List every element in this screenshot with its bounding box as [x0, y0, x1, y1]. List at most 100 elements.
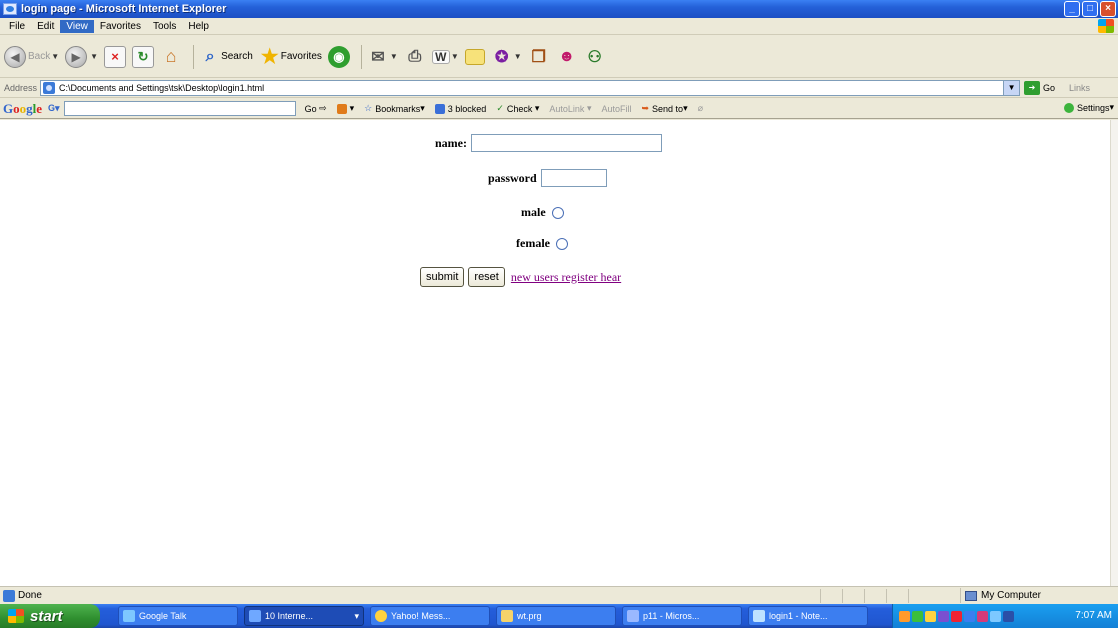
google-menu-icon[interactable]: G▾	[48, 103, 60, 114]
favorites-button[interactable]: ★ Favorites	[259, 46, 322, 68]
ie-icon	[249, 610, 261, 622]
male-radio[interactable]	[551, 206, 564, 219]
go-label: Go	[1043, 82, 1056, 93]
chevron-down-icon: ▾	[354, 610, 359, 621]
edit-icon[interactable]: W	[431, 49, 450, 64]
menu-file[interactable]: File	[3, 20, 31, 33]
page-content: name: password male female submit reset …	[0, 120, 1110, 586]
tray-icon[interactable]	[964, 610, 975, 622]
submit-button[interactable]: submit	[420, 267, 465, 287]
minimize-button[interactable]: _	[1064, 1, 1080, 17]
chat-icon	[123, 610, 135, 622]
computer-icon	[965, 590, 977, 601]
yahoo-icon[interactable]: ✪	[491, 46, 513, 68]
chevron-down-icon[interactable]: ▼	[514, 52, 522, 61]
search-icon: ⌕	[205, 47, 215, 65]
taskbar-item-word[interactable]: p11 - Micros...	[622, 606, 742, 626]
send-to-button[interactable]: ➥ Send to ▾	[641, 103, 687, 114]
title-bar[interactable]: login page - Microsoft Internet Explorer…	[0, 0, 1118, 18]
people-icon[interactable]: ⚇	[584, 46, 606, 68]
tray-icon[interactable]	[1003, 610, 1014, 622]
address-input[interactable]: C:\Documents and Settings\tsk\Desktop\lo…	[40, 79, 1021, 96]
page-icon	[3, 589, 15, 602]
settings-icon	[1063, 102, 1074, 113]
tray-icon[interactable]	[977, 610, 988, 622]
google-go-button[interactable]: Go ⇨	[305, 103, 327, 114]
document-icon	[627, 610, 639, 622]
mail-icon[interactable]: ✉	[367, 46, 389, 68]
stop-icon[interactable]: ×	[104, 45, 127, 68]
menu-bar: File Edit View Favorites Tools Help	[0, 18, 1118, 35]
start-label: start	[30, 607, 63, 625]
tray-icon[interactable]	[899, 610, 910, 622]
blocker-icon	[434, 103, 445, 114]
system-tray: 7:07 AM	[892, 604, 1118, 628]
menu-view[interactable]: View	[60, 19, 94, 33]
password-input[interactable]	[540, 169, 607, 187]
close-button[interactable]: ×	[1100, 1, 1116, 17]
discuss-icon[interactable]	[464, 48, 485, 65]
taskbar-item-yahoo-messenger[interactable]: Yahoo! Mess...	[370, 606, 490, 626]
back-button[interactable]: ◀ Back ▼	[4, 45, 59, 68]
chevron-down-icon[interactable]: ▼	[51, 52, 59, 61]
popup-blocker-button[interactable]: 3 blocked	[434, 103, 486, 114]
autolink-button[interactable]: AutoLink ▾	[549, 103, 591, 114]
bookmarks-button[interactable]: ☆ Bookmarks ▾	[364, 103, 425, 114]
back-arrow-icon: ◀	[4, 45, 26, 68]
home-icon[interactable]: ⌂	[160, 46, 182, 68]
paperclip-icon[interactable]: ⌀	[698, 103, 703, 114]
clock[interactable]: 7:07 AM	[1075, 610, 1112, 621]
tray-icon[interactable]	[912, 610, 923, 622]
taskbar-item-folder[interactable]: wt.prg	[496, 606, 616, 626]
go-button[interactable]: ➜ Go	[1024, 80, 1056, 95]
forward-arrow-icon: ▶	[65, 45, 88, 68]
reset-button[interactable]: reset	[468, 267, 505, 287]
tray-icon[interactable]	[938, 610, 949, 622]
name-row: name:	[435, 134, 662, 152]
forward-button[interactable]: ▶ ▼	[65, 45, 98, 68]
tray-icon[interactable]	[951, 610, 962, 622]
research-icon[interactable]: ❐	[528, 46, 550, 68]
smiley-icon	[375, 610, 387, 622]
google-extras-icon[interactable]: ▾	[336, 103, 354, 114]
chevron-down-icon[interactable]: ▼	[390, 52, 398, 61]
refresh-icon[interactable]: ↻	[132, 45, 155, 68]
messenger-icon[interactable]: ☻	[556, 46, 578, 68]
start-button[interactable]: start	[0, 604, 100, 628]
taskbar-item-google-talk[interactable]: Google Talk	[118, 606, 238, 626]
female-radio[interactable]	[555, 237, 568, 250]
name-input[interactable]	[471, 134, 662, 152]
vertical-scrollbar[interactable]	[1110, 120, 1118, 586]
menu-edit[interactable]: Edit	[31, 20, 60, 33]
menu-favorites[interactable]: Favorites	[94, 20, 147, 33]
female-label: female	[516, 236, 550, 250]
google-logo[interactable]: Google	[3, 101, 42, 117]
menu-tools[interactable]: Tools	[147, 20, 182, 33]
window-title: login page - Microsoft Internet Explorer	[21, 3, 227, 15]
spell-check-button[interactable]: ✓ Check ▾	[496, 103, 539, 114]
actions-row: submit reset new users register hear	[420, 267, 621, 287]
chevron-down-icon[interactable]: ▼	[1003, 80, 1020, 95]
chevron-down-icon[interactable]: ▼	[451, 52, 459, 61]
go-arrow-icon: ➜	[1024, 80, 1041, 95]
send-icon: ➥	[641, 103, 650, 113]
status-panels	[820, 589, 930, 603]
taskbar-item-notepad[interactable]: login1 - Note...	[748, 606, 868, 626]
tray-icon[interactable]	[925, 610, 936, 622]
media-icon[interactable]: ◉	[327, 45, 350, 68]
google-search-input[interactable]	[63, 101, 296, 116]
print-icon[interactable]: ⎙	[404, 46, 426, 68]
search-button[interactable]: ⌕ Search	[199, 46, 253, 68]
settings-button[interactable]: Settings ▾	[1063, 102, 1114, 113]
register-link[interactable]: new users register hear	[511, 270, 621, 285]
tray-icon[interactable]	[990, 610, 1001, 622]
autofill-button[interactable]: AutoFill	[601, 104, 631, 114]
chevron-down-icon[interactable]: ▼	[90, 52, 98, 61]
taskbar-item-internet-explorer[interactable]: 10 Interne... ▾	[244, 606, 364, 626]
maximize-button[interactable]: □	[1082, 1, 1098, 17]
menu-help[interactable]: Help	[182, 20, 215, 33]
zone-label: My Computer	[981, 590, 1042, 601]
links-button[interactable]: Links	[1069, 83, 1090, 93]
windows-flag-icon	[8, 609, 24, 623]
password-label: password	[488, 170, 537, 185]
